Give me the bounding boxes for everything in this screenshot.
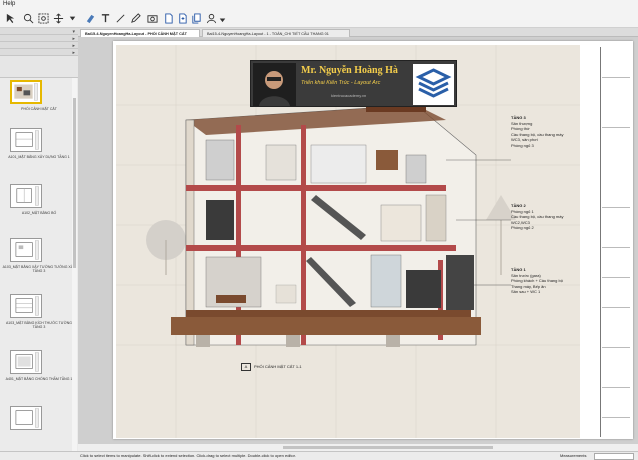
- panel-header[interactable]: ▸: [0, 35, 78, 42]
- floor-note-1: TẦNG 1 Sân trước (gara) Phòng khách + Cầ…: [511, 267, 563, 295]
- scrollbar-thumb[interactable]: [283, 446, 493, 449]
- floor-note-line: Phòng khách + Cầu thang bộ: [511, 278, 563, 283]
- author-website: kientrucacademy.vn: [331, 93, 367, 98]
- pan-icon[interactable]: [52, 12, 64, 24]
- measurements-label: Measurements: [560, 453, 587, 458]
- title-block-row: [602, 347, 630, 348]
- page-thumbnail[interactable]: [10, 350, 42, 374]
- select-icon[interactable]: [4, 12, 16, 24]
- page-copy-icon[interactable]: [190, 12, 202, 24]
- page-thumbnail[interactable]: [10, 406, 42, 430]
- status-bar: Click to select items to manipulate. Shi…: [0, 451, 638, 460]
- title-block-row: [602, 207, 630, 208]
- author-banner: Mr. Nguyễn Hoàng Hà Triển khai Kiến Trúc…: [250, 60, 457, 107]
- page-thumbnail-list[interactable]: PHỐI CẢNH MẶT CẮT A101_MẶT BẰNG XÂY DỰNG…: [0, 78, 78, 451]
- dropdown-icon[interactable]: [66, 12, 78, 24]
- canvas-area[interactable]: TẦNG 3 Sân thượng Phòng thờ Cầu thang bộ…: [78, 37, 638, 444]
- dropdown-icon[interactable]: [216, 12, 228, 24]
- section-caption: A PHỐI CẢNH MẶT CẮT 1-1: [241, 363, 302, 371]
- page-thumbnail[interactable]: [10, 294, 42, 318]
- page-thumbnail[interactable]: [10, 184, 42, 208]
- page-thumbnail-label: A401_MẶT BẰNG CHỐNG THẤM TẦNG 1: [5, 377, 73, 381]
- section-caption-text: PHỐI CẢNH MẶT CẮT 1-1: [254, 364, 302, 369]
- paint-icon[interactable]: [84, 12, 96, 24]
- sidebar-scrollbar[interactable]: [72, 78, 77, 451]
- page-add-icon[interactable]: [176, 12, 188, 24]
- line-icon[interactable]: [114, 12, 126, 24]
- floor-note-line: Phòng ngủ 2: [511, 225, 534, 230]
- panel-spacer: [0, 56, 78, 78]
- title-block-row: [602, 387, 630, 388]
- academy-logo-icon: [413, 64, 454, 105]
- page-thumbnail-label: A101_MẶT BẰNG XÂY DỰNG TẦNG 1: [8, 155, 70, 159]
- pencil-icon[interactable]: [129, 12, 141, 24]
- title-block-row: [602, 417, 630, 418]
- pages-panel: ▾ ▸ ▸ ▸ PHỐI CẢNH MẶT CẮT A101_MẶT BẰNG …: [0, 28, 78, 451]
- author-subtitle: Triển khai Kiến Trúc - Layout Arc: [301, 80, 381, 86]
- page-thumbnail-label: A102_MẶT BẰNG BỐ: [21, 211, 57, 215]
- measurements-input[interactable]: [594, 453, 634, 460]
- section-perspective-drawing[interactable]: TẦNG 3 Sân thượng Phòng thờ Cầu thang bộ…: [116, 45, 580, 438]
- status-message: Click to select items to manipulate. Shi…: [80, 453, 296, 458]
- panel-header[interactable]: ▾: [0, 28, 78, 35]
- page-thumbnail-label: A103_MẶT BẰNG XÂY TƯỜNG TƯỜNG XÂY TẦNG 3: [2, 265, 76, 273]
- page-thumbnail[interactable]: [10, 238, 42, 262]
- title-block-row: [602, 127, 630, 128]
- menu-bar: Help: [0, 0, 638, 9]
- author-avatar: [253, 63, 296, 106]
- title-block-row: [602, 77, 630, 78]
- text-icon[interactable]: [99, 12, 111, 24]
- document-tabs: Bai15-4-NguyenHoangHa-Layout - PHỐI CẢNH…: [78, 28, 638, 37]
- title-block-row: [602, 247, 630, 248]
- title-block: [600, 47, 630, 437]
- title-block-row: [602, 277, 630, 278]
- panel-header[interactable]: ▸: [0, 49, 78, 56]
- floor-note-3: TẦNG 3 Sân thượng Phòng thờ Cầu thang bộ…: [511, 115, 563, 148]
- zoom-icon[interactable]: [22, 12, 34, 24]
- floor-note-line: Sân sau + WC 1: [511, 289, 541, 294]
- page-thumbnail[interactable]: [10, 128, 42, 152]
- camera-icon[interactable]: [146, 12, 158, 24]
- floor-note-line: Cầu thang bộ, cầu thang máy: [511, 214, 564, 219]
- layout-page[interactable]: TẦNG 3 Sân thượng Phòng thờ Cầu thang bộ…: [113, 41, 633, 439]
- title-block-row: [602, 307, 630, 308]
- zoom-window-icon[interactable]: [37, 12, 49, 24]
- floor-note-line: Phòng ngủ 3: [511, 142, 534, 148]
- page-icon[interactable]: [162, 12, 174, 24]
- scrollbar-thumb[interactable]: [73, 98, 76, 268]
- floor-note-2: TẦNG 2 Phòng ngủ 1 Cầu thang bộ, cầu tha…: [511, 203, 563, 231]
- menu-help[interactable]: Help: [3, 1, 15, 7]
- tab-phoi-canh[interactable]: Bai15-4-NguyenHoangHa-Layout - PHỐI CẢNH…: [80, 29, 200, 37]
- section-tag: A: [241, 363, 251, 371]
- author-name: Mr. Nguyễn Hoàng Hà: [301, 65, 398, 76]
- panel-header[interactable]: ▸: [0, 42, 78, 49]
- page-thumbnail-label: A103_MẶT BẰNG KÍCH THƯỚC TƯỜNG TẦNG 3: [5, 321, 73, 329]
- horizontal-scrollbar[interactable]: [78, 444, 638, 451]
- tab-chi-tiet-cau-thang[interactable]: Bai15-4-NguyenHoangHa-Layout - 1 - TOÀN_…: [202, 29, 350, 37]
- page-thumbnail[interactable]: [10, 80, 42, 104]
- toolbar: [0, 9, 638, 28]
- page-thumbnail-label: PHỐI CẢNH MẶT CẮT: [21, 107, 57, 111]
